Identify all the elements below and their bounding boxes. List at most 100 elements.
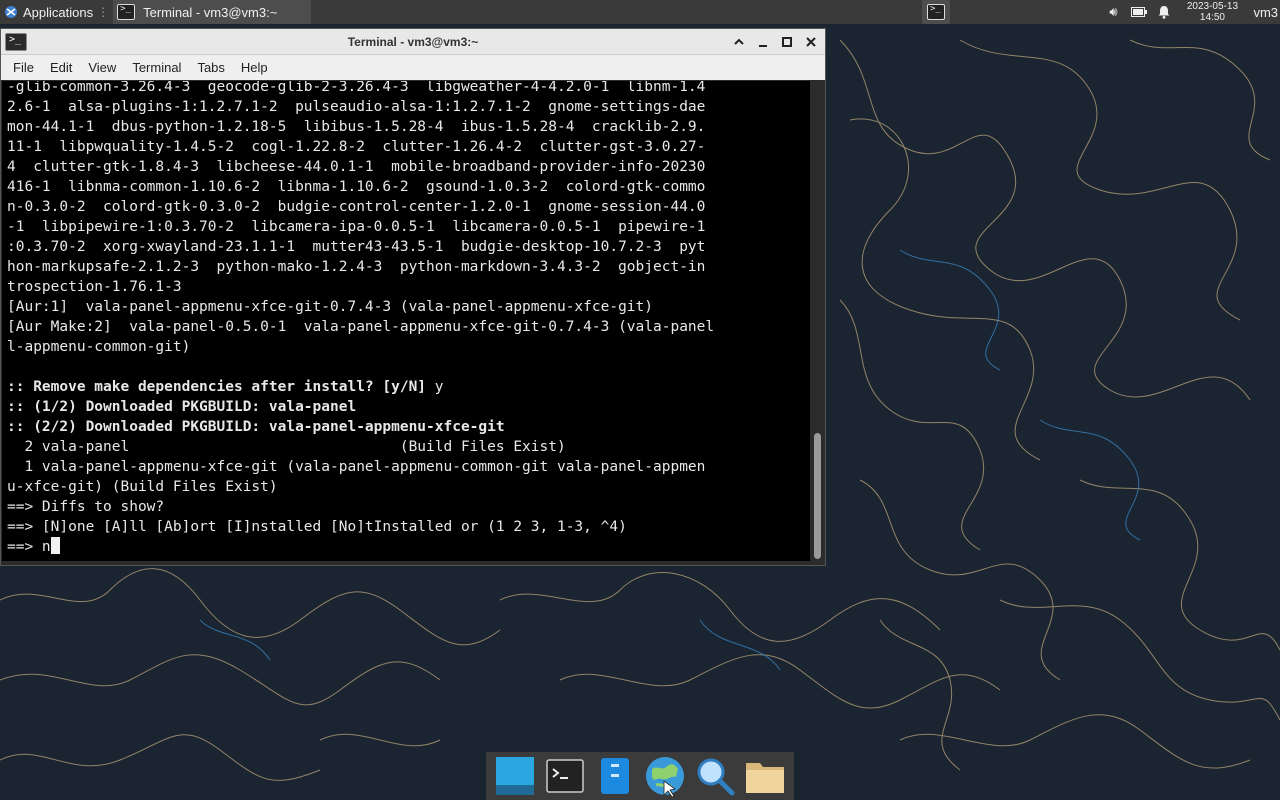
dock	[486, 752, 794, 800]
window-controls	[731, 29, 819, 55]
dock-home-folder-button[interactable]	[743, 754, 787, 798]
terminal-line: :0.3.70-2 xorg-xwayland-23.1.1-1 mutter4…	[7, 237, 807, 257]
terminal-line-text: 1 vala-panel-appmenu-xfce-git (vala-pane…	[7, 459, 706, 475]
dock-app-finder-button[interactable]	[693, 754, 737, 798]
menu-terminal[interactable]: Terminal	[124, 60, 189, 75]
dock-terminal-button[interactable]	[543, 754, 587, 798]
terminal-lines: -glib-common-3.26.4-3 geocode-glib-2-3.2…	[7, 81, 807, 557]
close-button[interactable]	[803, 34, 819, 50]
terminal-line: 1 vala-panel-appmenu-xfce-git (vala-pane…	[7, 457, 807, 477]
terminal-line-text: ==> n	[7, 539, 51, 555]
menu-help[interactable]: Help	[233, 60, 276, 75]
taskbar-label: Terminal - vm3@vm3:~	[143, 4, 278, 20]
file-manager-icon	[601, 758, 629, 794]
menu-file[interactable]: File	[5, 60, 42, 75]
terminal-line: ==> Diffs to show?	[7, 497, 807, 517]
terminal-line-text: trospection-1.76.1-3	[7, 279, 182, 295]
terminal-line-text: -1 libpipewire-1:0.3.70-2 libcamera-ipa-…	[7, 219, 706, 235]
shade-button[interactable]	[731, 34, 747, 50]
scrollbar-thumb[interactable]	[814, 433, 821, 559]
terminal-line-text: :: (1/2) Downloaded PKGBUILD: vala-panel	[7, 399, 357, 415]
close-icon	[806, 37, 816, 47]
window-title: Terminal - vm3@vm3:~	[347, 34, 479, 49]
terminal-icon	[117, 4, 136, 20]
terminal-line-text: 4 clutter-gtk-1.8.4-3 libcheese-44.0.1-1…	[7, 159, 706, 175]
terminal-icon	[546, 759, 584, 793]
terminal-line: mon-44.1-1 dbus-python-1.2.18-5 libibus-…	[7, 117, 807, 137]
terminal-line: 4 clutter-gtk-1.8.4-3 libcheese-44.0.1-1…	[7, 157, 807, 177]
terminal-line-text: -glib-common-3.26.4-3 geocode-glib-2-3.2…	[7, 81, 706, 95]
terminal-line-text: ==> [N]one [A]ll [Ab]ort [I]nstalled [No…	[7, 519, 627, 535]
terminal-line: [Aur Make:2] vala-panel-0.5.0-1 vala-pan…	[7, 317, 807, 337]
top-panel: Applications ⋮ Terminal - vm3@vm3:~ 🔊︎ 2…	[0, 0, 1280, 24]
terminal-line: trospection-1.76.1-3	[7, 277, 807, 297]
clock-date: 2023-05-13	[1186, 1, 1239, 12]
web-browser-icon	[646, 757, 684, 797]
terminal-scrollbar[interactable]	[811, 81, 825, 561]
terminal-window: Terminal - vm3@vm3:~ File Edit View Term…	[0, 28, 826, 566]
terminal-line: l-appmenu-common-git)	[7, 337, 807, 357]
terminal-line-text: :: Remove make dependencies after instal…	[7, 379, 435, 395]
terminal-icon	[927, 4, 945, 20]
desktop-icon	[496, 757, 534, 795]
volume-icon[interactable]: 🔊︎	[1105, 4, 1121, 20]
maximize-icon	[782, 37, 792, 47]
xfce-logo-icon	[5, 6, 17, 18]
menu-view[interactable]: View	[80, 60, 124, 75]
battery-icon[interactable]	[1131, 7, 1148, 17]
terminal-line: :: (1/2) Downloaded PKGBUILD: vala-panel	[7, 397, 807, 417]
terminal-line-text: 416-1 libnma-common-1.10.6-2 libnma-1.10…	[7, 179, 706, 195]
dock-desktop-button[interactable]	[493, 754, 537, 798]
terminal-line-text: :0.3.70-2 xorg-xwayland-23.1.1-1 mutter4…	[7, 239, 706, 255]
terminal-line: -1 libpipewire-1:0.3.70-2 libcamera-ipa-…	[7, 217, 807, 237]
terminal-line-text: n-0.3.0-2 colord-gtk-0.3.0-2 budgie-cont…	[7, 199, 706, 215]
terminal-line-text: 2.6-1 alsa-plugins-1:1.2.7.1-2 pulseaudi…	[7, 99, 706, 115]
terminal-line: n-0.3.0-2 colord-gtk-0.3.0-2 budgie-cont…	[7, 197, 807, 217]
terminal-output[interactable]: -glib-common-3.26.4-3 geocode-glib-2-3.2…	[2, 81, 810, 561]
terminal-line-text: :: (2/2) Downloaded PKGBUILD: vala-panel…	[7, 419, 505, 435]
minimize-icon	[759, 45, 767, 47]
terminal-line-text: 2 vala-panel (Build Files Exist)	[7, 439, 566, 455]
terminal-line-text: 11-1 libpwquality-1.4.5-2 cogl-1.22.8-2 …	[7, 139, 706, 155]
search-icon	[697, 758, 735, 796]
terminal-line: 416-1 libnma-common-1.10.6-2 libnma-1.10…	[7, 177, 807, 197]
tray-terminal-button[interactable]	[922, 0, 950, 24]
terminal-line: ==> [N]one [A]ll [Ab]ort [I]nstalled [No…	[7, 517, 807, 537]
menu-tabs[interactable]: Tabs	[189, 60, 232, 75]
taskbar-terminal-button[interactable]: Terminal - vm3@vm3:~	[113, 0, 312, 24]
dock-web-browser-button[interactable]	[643, 754, 687, 798]
window-titlebar[interactable]: Terminal - vm3@vm3:~	[1, 29, 825, 55]
clock[interactable]: 2023-05-13 14:50	[1181, 1, 1243, 23]
terminal-line: [Aur:1] vala-panel-appmenu-xfce-git-0.7.…	[7, 297, 807, 317]
dock-file-manager-button[interactable]	[593, 754, 637, 798]
status-area: 🔊︎ 2023-05-13 14:50 vm3	[1105, 0, 1280, 24]
notification-bell-icon[interactable]	[1157, 5, 1171, 19]
minimize-button[interactable]	[755, 34, 771, 50]
terminal-line: :: (2/2) Downloaded PKGBUILD: vala-panel…	[7, 417, 807, 437]
user-menu[interactable]: vm3	[1253, 5, 1280, 20]
terminal-cursor	[50, 537, 60, 554]
terminal-line: 2.6-1 alsa-plugins-1:1.2.7.1-2 pulseaudi…	[7, 97, 807, 117]
terminal-line-answer: y	[434, 379, 444, 395]
terminal-line: 11-1 libpwquality-1.4.5-2 cogl-1.22.8-2 …	[7, 137, 807, 157]
maximize-button[interactable]	[779, 34, 795, 50]
clock-time: 14:50	[1199, 12, 1225, 23]
terminal-line-text: u-xfce-git) (Build Files Exist)	[7, 479, 278, 495]
terminal-line: 2 vala-panel (Build Files Exist)	[7, 437, 807, 457]
terminal-line: ==> n	[7, 537, 807, 557]
terminal-line-text: [Aur:1] vala-panel-appmenu-xfce-git-0.7.…	[7, 299, 654, 315]
applications-menu[interactable]: Applications	[0, 0, 97, 24]
terminal-line: -glib-common-3.26.4-3 geocode-glib-2-3.2…	[7, 81, 807, 97]
terminal-line-text: hon-markupsafe-2.1.2-3 python-mako-1.2.4…	[7, 259, 706, 275]
terminal-line: u-xfce-git) (Build Files Exist)	[7, 477, 807, 497]
applications-label: Applications	[23, 4, 94, 20]
chevron-up-icon	[734, 38, 744, 45]
terminal-line: hon-markupsafe-2.1.2-3 python-mako-1.2.4…	[7, 257, 807, 277]
terminal-line-text: l-appmenu-common-git)	[7, 339, 191, 355]
terminal-line-text: [Aur Make:2] vala-panel-0.5.0-1 vala-pan…	[7, 319, 715, 335]
terminal-line-text: mon-44.1-1 dbus-python-1.2.18-5 libibus-…	[7, 119, 706, 135]
menubar: File Edit View Terminal Tabs Help	[1, 55, 825, 80]
terminal-line: :: Remove make dependencies after instal…	[7, 377, 807, 397]
menu-edit[interactable]: Edit	[42, 60, 80, 75]
